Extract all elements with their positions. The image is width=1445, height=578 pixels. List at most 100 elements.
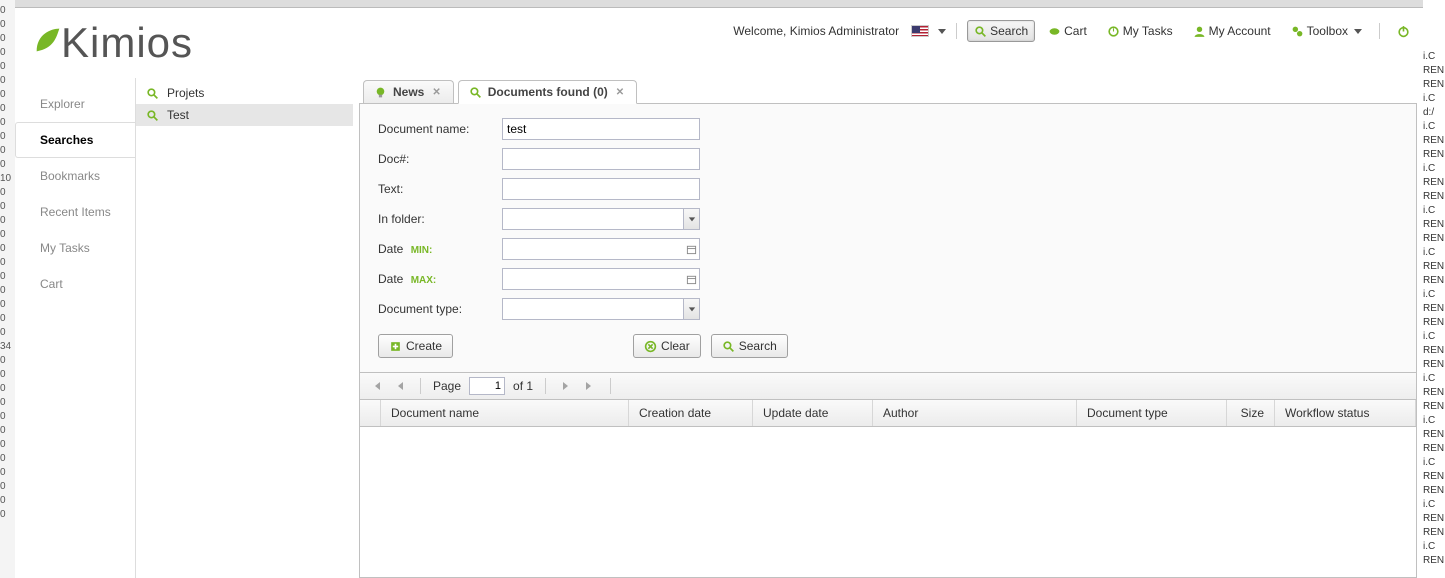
chevron-down-icon [938,29,946,34]
main-panel: News ✕ Documents found (0) ✕ Document na… [353,78,1423,578]
col-doc-type[interactable]: Document type [1077,400,1227,426]
folder-label: In folder: [378,212,502,226]
nav-label: Explorer [40,97,85,111]
close-icon[interactable]: ✕ [430,87,442,98]
paging-toolbar: Page of 1 [359,373,1417,400]
col-docname[interactable]: Document name [381,400,629,426]
saved-searches-panel: Projets Test [135,78,353,578]
mytasks-button[interactable]: My Tasks [1100,20,1180,42]
search-icon [974,25,987,38]
saved-search-label: Projets [167,86,204,100]
text-input[interactable] [502,178,700,200]
doc-num-input[interactable] [502,148,700,170]
date-max-label: Date MAX: [378,272,502,286]
doc-name-label: Document name: [378,122,502,136]
tab-news[interactable]: News ✕ [363,80,454,103]
doc-name-input[interactable] [502,118,700,140]
search-submit-button[interactable]: Search [711,334,788,358]
power-icon [1397,25,1410,38]
toolbox-button[interactable]: Toolbox [1284,20,1369,42]
prev-page-button[interactable] [392,378,408,394]
saved-search-item[interactable]: Projets [136,82,353,104]
nav-label: Recent Items [40,205,111,219]
search-icon [722,340,735,353]
kimios-logo: Kimios [25,19,193,67]
col-size[interactable]: Size [1227,400,1275,426]
tab-label: News [393,85,424,99]
page-label: Page [433,379,461,393]
mytasks-button-label: My Tasks [1123,24,1173,38]
leaf-icon [31,19,65,67]
nav-cart[interactable]: Cart [15,266,135,302]
toolbox-icon [1291,25,1304,38]
cart-button-label: Cart [1064,24,1087,38]
col-workflow-status[interactable]: Workflow status [1275,400,1416,426]
user-icon [1193,25,1206,38]
nav-recent[interactable]: Recent Items [15,194,135,230]
tab-label: Documents found (0) [488,85,608,99]
header-toolbar: Welcome, Kimios Administrator Search Car… [733,20,1417,42]
col-update-date[interactable]: Update date [753,400,873,426]
date-min-input[interactable] [502,238,683,260]
date-min-picker-button[interactable] [683,238,700,260]
app-header: Kimios Welcome, Kimios Administrator Sea… [15,8,1423,78]
saved-search-item[interactable]: Test [136,104,353,126]
task-icon [1107,25,1120,38]
first-page-button[interactable] [368,378,384,394]
logo-rest: imios [90,19,193,67]
search-submit-label: Search [739,339,777,353]
nav-searches[interactable]: Searches [15,122,136,158]
close-icon[interactable]: ✕ [614,87,626,98]
doc-num-label: Doc#: [378,152,502,166]
create-button-label: Create [406,339,442,353]
background-gutter-left: 0 0 0 0 0 0 0 0 0 0 0 0 10 0 0 0 0 0 0 0… [0,0,15,578]
search-icon [146,109,159,122]
folder-dropdown-button[interactable] [683,208,700,230]
bulb-icon [374,86,387,99]
results-grid-body [359,427,1417,578]
search-icon [146,87,159,100]
myaccount-button[interactable]: My Account [1186,20,1278,42]
nav-mytasks[interactable]: My Tasks [15,230,135,266]
next-page-button[interactable] [558,378,574,394]
clear-button[interactable]: Clear [633,334,701,358]
chevron-down-icon [1354,29,1362,34]
folder-input[interactable] [502,208,683,230]
tab-documents-found[interactable]: Documents found (0) ✕ [458,80,637,104]
nav-label: Cart [40,277,63,291]
last-page-button[interactable] [582,378,598,394]
logout-button[interactable] [1390,21,1417,42]
nav-label: My Tasks [40,241,90,255]
date-min-label: Date MIN: [378,242,502,256]
locale-flag-icon[interactable] [911,25,929,37]
clear-icon [644,340,657,353]
create-icon [389,340,402,353]
nav-label: Searches [40,133,93,147]
saved-search-label: Test [167,108,189,122]
doc-type-input[interactable] [502,298,683,320]
date-max-picker-button[interactable] [683,268,700,290]
left-nav: Explorer Searches Bookmarks Recent Items… [15,78,135,578]
search-form: Document name: Doc#: Text: In folder: [359,104,1417,373]
search-icon [469,86,482,99]
myaccount-button-label: My Account [1209,24,1271,38]
col-creation-date[interactable]: Creation date [629,400,753,426]
nav-bookmarks[interactable]: Bookmarks [15,158,135,194]
search-button-label: Search [990,24,1028,38]
doc-type-label: Document type: [378,302,502,316]
page-of-label: of 1 [513,379,533,393]
create-button[interactable]: Create [378,334,453,358]
nav-label: Bookmarks [40,169,100,183]
nav-explorer[interactable]: Explorer [15,86,135,122]
page-number-input[interactable] [469,377,505,395]
doc-type-dropdown-button[interactable] [683,298,700,320]
cart-button[interactable]: Cart [1041,20,1094,42]
search-button[interactable]: Search [967,20,1035,42]
tab-bar: News ✕ Documents found (0) ✕ [359,80,1417,104]
col-author[interactable]: Author [873,400,1077,426]
results-grid-header: Document name Creation date Update date … [359,400,1417,427]
date-max-input[interactable] [502,268,683,290]
form-button-row: Create Clear Search [378,334,1398,358]
clear-button-label: Clear [661,339,690,353]
toolbox-button-label: Toolbox [1307,24,1348,38]
